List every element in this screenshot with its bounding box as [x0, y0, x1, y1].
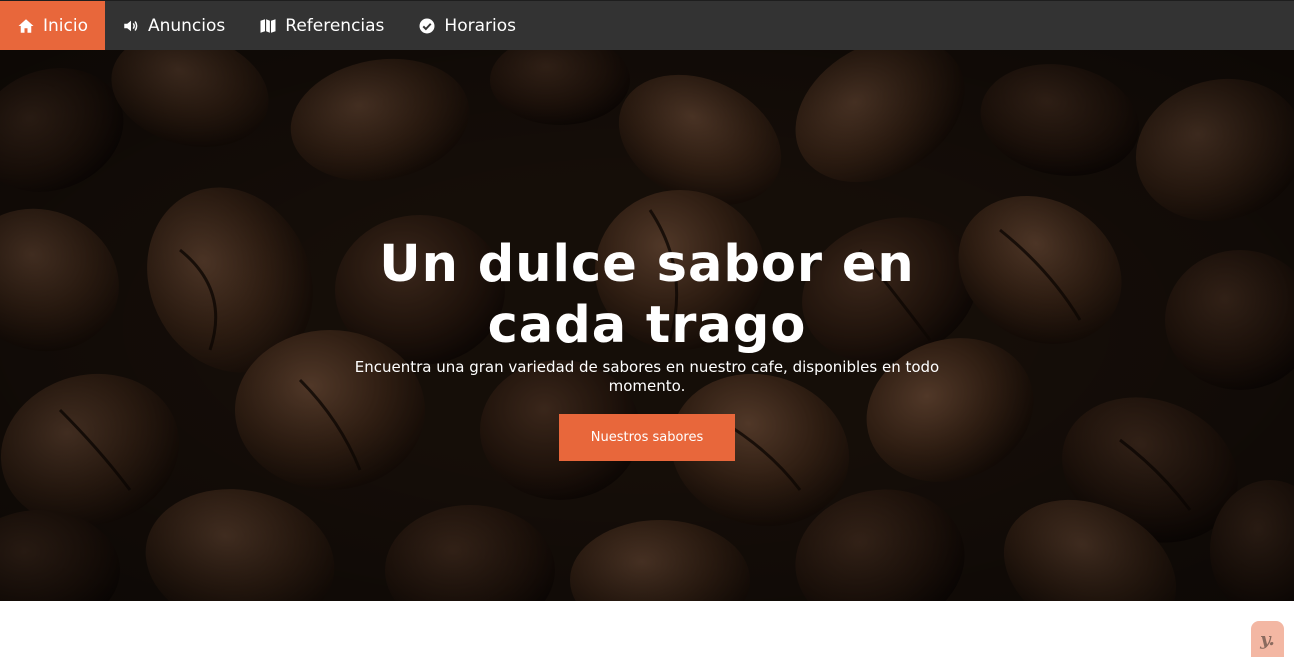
nav-item-label: Referencias — [285, 15, 385, 36]
nav-item-horarios[interactable]: Horarios — [401, 1, 533, 50]
nav-item-referencias[interactable]: Referencias — [242, 1, 401, 50]
nav-item-label: Anuncios — [147, 15, 226, 36]
nuestros-sabores-button[interactable]: Nuestros sabores — [559, 414, 735, 461]
hero-subtitle: Encuentra una gran variedad de sabores e… — [354, 358, 940, 395]
badge-text: y. — [1260, 628, 1275, 650]
speaker-icon — [122, 17, 140, 35]
map-icon — [259, 17, 277, 35]
check-circle-icon — [418, 17, 436, 35]
nav-item-anuncios[interactable]: Anuncios — [105, 1, 242, 50]
hero-content: Un dulce sabor en cada trago Encuentra u… — [0, 234, 1294, 461]
corner-badge[interactable]: y. — [1251, 621, 1284, 657]
hero-title: Un dulce sabor en cada trago — [379, 235, 915, 355]
nav-item-label: Horarios — [444, 15, 516, 36]
nav-item-label: Inicio — [43, 15, 88, 36]
hero-section: Un dulce sabor en cada trago Encuentra u… — [0, 50, 1294, 601]
nav-item-inicio[interactable]: Inicio — [0, 1, 105, 50]
home-icon — [17, 17, 35, 35]
top-navbar: Inicio Anuncios Referencias Horarios — [0, 0, 1294, 50]
